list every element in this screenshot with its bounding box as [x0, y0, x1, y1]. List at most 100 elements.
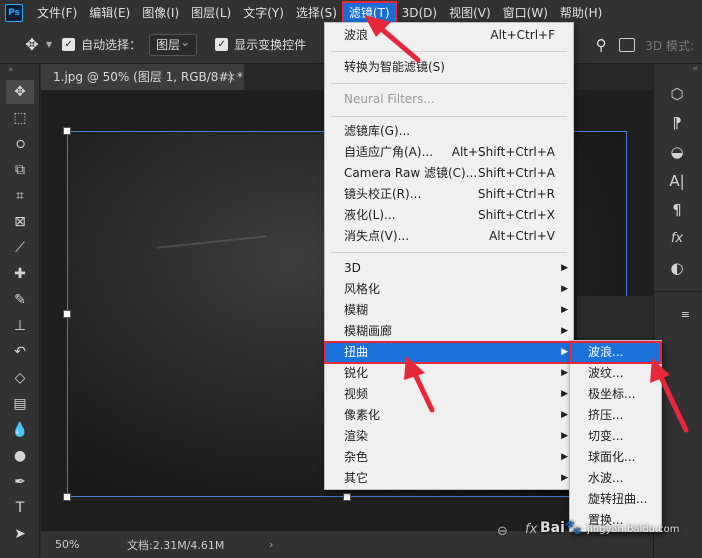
- menu-filter[interactable]: 滤镜(T): [341, 1, 397, 25]
- convert-smart-filter-item[interactable]: 转换为智能滤镜(S): [325, 57, 573, 78]
- workspace-icon[interactable]: [619, 38, 636, 52]
- photoshop-logo-icon[interactable]: Ps: [5, 4, 23, 22]
- brush-tool-icon[interactable]: ✎: [6, 288, 34, 312]
- pinch-item[interactable]: 挤压...: [570, 405, 661, 426]
- adjust-icon[interactable]: ◐: [664, 255, 690, 281]
- clone-stamp-tool-icon[interactable]: ⊥: [6, 314, 34, 338]
- ripple-item[interactable]: 波纹...: [570, 363, 661, 384]
- move-tool-icon[interactable]: ✥: [20, 33, 44, 57]
- submenu-blur[interactable]: 模糊 ▶: [325, 300, 573, 321]
- zoom-level[interactable]: 50%: [55, 538, 115, 551]
- frame-tool-icon[interactable]: ⊠: [6, 210, 34, 234]
- submenu-distort[interactable]: 扭曲 ▶: [324, 341, 574, 364]
- 3d-mode-label: 3D 模式:: [645, 38, 694, 53]
- camera-raw-item[interactable]: Camera Raw 滤镜(C)... Shift+Ctrl+A: [325, 163, 573, 184]
- transform-handle[interactable]: [63, 127, 71, 135]
- gradient-tool-icon[interactable]: ▤: [6, 392, 34, 416]
- document-tab[interactable]: 1.jpg @ 50% (图层 1, RGB/8#) * ×: [41, 64, 244, 90]
- close-tab-icon[interactable]: ×: [226, 64, 236, 90]
- path-select-tool-icon[interactable]: ➤: [6, 522, 34, 546]
- marquee-tool-icon[interactable]: ⬚: [6, 106, 34, 130]
- transform-handle[interactable]: [343, 493, 351, 501]
- spherize-item[interactable]: 球面化...: [570, 447, 661, 468]
- move-tool-icon[interactable]: ✥: [6, 80, 34, 104]
- submenu-noise[interactable]: 杂色 ▶: [325, 447, 573, 468]
- crop-tool-icon[interactable]: ⌗: [6, 184, 34, 208]
- document-size: 文档:2.31M/4.61M: [127, 538, 225, 552]
- filter-last-wave[interactable]: 波浪 Alt+Ctrl+F: [325, 25, 573, 46]
- divider: [331, 51, 567, 52]
- fx-icon[interactable]: fx: [664, 226, 690, 252]
- auto-select-checkbox[interactable]: ✓: [62, 38, 76, 51]
- submenu-sharpen[interactable]: 锐化 ▶: [325, 363, 573, 384]
- zigzag-item[interactable]: 水波...: [570, 468, 661, 489]
- menu-type[interactable]: 文字(Y): [237, 2, 290, 24]
- submenu-other[interactable]: 其它 ▶: [325, 468, 573, 489]
- menu-image[interactable]: 图像(I): [136, 2, 185, 24]
- tools-panel: » ✥ ⬚ ഠ ⧉ ⌗ ⊠ ⟋ ✚ ✎ ⊥ ↶ ◇ ▤ 💧 ● ✒ T ➤: [0, 64, 40, 558]
- submenu-stylize[interactable]: 风格化 ▶: [325, 279, 573, 300]
- object-select-tool-icon[interactable]: ⧉: [6, 158, 34, 182]
- polar-coordinates-item[interactable]: 极坐标...: [570, 384, 661, 405]
- chevron-right-icon[interactable]: ›: [269, 538, 273, 551]
- divider: [654, 291, 702, 292]
- menu-lines-icon[interactable]: ≡: [664, 302, 690, 328]
- liquify-item[interactable]: 液化(L)... Shift+Ctrl+X: [325, 205, 573, 226]
- wave-item[interactable]: 波浪...: [569, 341, 662, 364]
- neural-filters-item: Neural Filters...: [344, 92, 435, 106]
- divider: [331, 83, 567, 84]
- transform-handle[interactable]: [63, 310, 71, 318]
- auto-select-target-dropdown[interactable]: 图层: [149, 32, 198, 56]
- blur-tool-icon[interactable]: 💧: [6, 418, 34, 442]
- auto-select-label: 自动选择：: [81, 38, 142, 52]
- menu-3d[interactable]: 3D(D): [396, 2, 443, 24]
- divider: [331, 252, 567, 253]
- fx-icon[interactable]: fx: [525, 522, 537, 537]
- document-tab-title: 1.jpg @ 50% (图层 1, RGB/8#) *: [53, 70, 243, 84]
- submenu-blur-gallery[interactable]: 模糊画廊 ▶: [325, 321, 573, 342]
- shear-item[interactable]: 切变...: [570, 426, 661, 447]
- distort-submenu: 波浪... 波纹... 极坐标... 挤压... 切变... 球面化... 水波…: [569, 340, 662, 532]
- menu-window[interactable]: 窗口(W): [497, 2, 554, 24]
- filter-menu: 波浪 Alt+Ctrl+F 转换为智能滤镜(S) Neural Filters..…: [324, 22, 574, 490]
- show-transform-checkbox[interactable]: ✓: [215, 38, 229, 51]
- options-right: ⚲ 3D 模式:: [591, 26, 702, 64]
- history-brush-tool-icon[interactable]: ↶: [6, 340, 34, 364]
- paragraph-style-icon[interactable]: ⁋: [664, 110, 690, 136]
- dodge-tool-icon[interactable]: ●: [6, 444, 34, 468]
- paragraph-icon[interactable]: ¶: [664, 197, 690, 223]
- baidu-watermark: Bai🐾 jingyan.baidu.com: [540, 520, 680, 536]
- menu-layer[interactable]: 图层(L): [185, 2, 237, 24]
- submenu-pixelate[interactable]: 像素化 ▶: [325, 405, 573, 426]
- eraser-tool-icon[interactable]: ◇: [6, 366, 34, 390]
- divider: [331, 116, 567, 117]
- adaptive-wide-angle-item[interactable]: 自适应广角(A)... Alt+Shift+Ctrl+A: [325, 142, 573, 163]
- vanishing-point-item[interactable]: 消失点(V)... Alt+Ctrl+V: [325, 226, 573, 247]
- panel-expand-icon[interactable]: «: [654, 64, 702, 78]
- lens-correction-item[interactable]: 镜头校正(R)... Shift+Ctrl+R: [325, 184, 573, 205]
- menu-select[interactable]: 选择(S): [290, 2, 343, 24]
- healing-brush-tool-icon[interactable]: ✚: [6, 262, 34, 286]
- menu-edit[interactable]: 编辑(E): [83, 2, 136, 24]
- pen-tool-icon[interactable]: ✒: [6, 470, 34, 494]
- twirl-item[interactable]: 旋转扭曲...: [570, 489, 661, 510]
- 3d-cube-icon[interactable]: ⬡: [664, 81, 690, 107]
- swatch-icon[interactable]: ◒: [664, 139, 690, 165]
- menu-help[interactable]: 帮助(H): [554, 2, 608, 24]
- filter-gallery-item[interactable]: 滤镜库(G)...: [325, 121, 573, 142]
- submenu-video[interactable]: 视频 ▶: [325, 384, 573, 405]
- menu-view[interactable]: 视图(V): [443, 2, 497, 24]
- lasso-tool-icon[interactable]: ഠ: [6, 132, 34, 156]
- eyedropper-tool-icon[interactable]: ⟋: [6, 236, 34, 260]
- type-tool-icon[interactable]: T: [6, 496, 34, 520]
- panel-collapse-icon[interactable]: »: [0, 64, 39, 78]
- tool-preset-caret-icon[interactable]: ▼: [46, 40, 52, 49]
- link-icon[interactable]: ⊖: [497, 524, 508, 539]
- menu-file[interactable]: 文件(F): [31, 2, 83, 24]
- submenu-render[interactable]: 渲染 ▶: [325, 426, 573, 447]
- show-transform-label: 显示变换控件: [234, 38, 307, 52]
- search-icon[interactable]: ⚲: [591, 36, 611, 54]
- character-icon[interactable]: A|: [664, 168, 690, 194]
- transform-handle[interactable]: [63, 493, 71, 501]
- submenu-3d[interactable]: 3D ▶: [325, 258, 573, 279]
